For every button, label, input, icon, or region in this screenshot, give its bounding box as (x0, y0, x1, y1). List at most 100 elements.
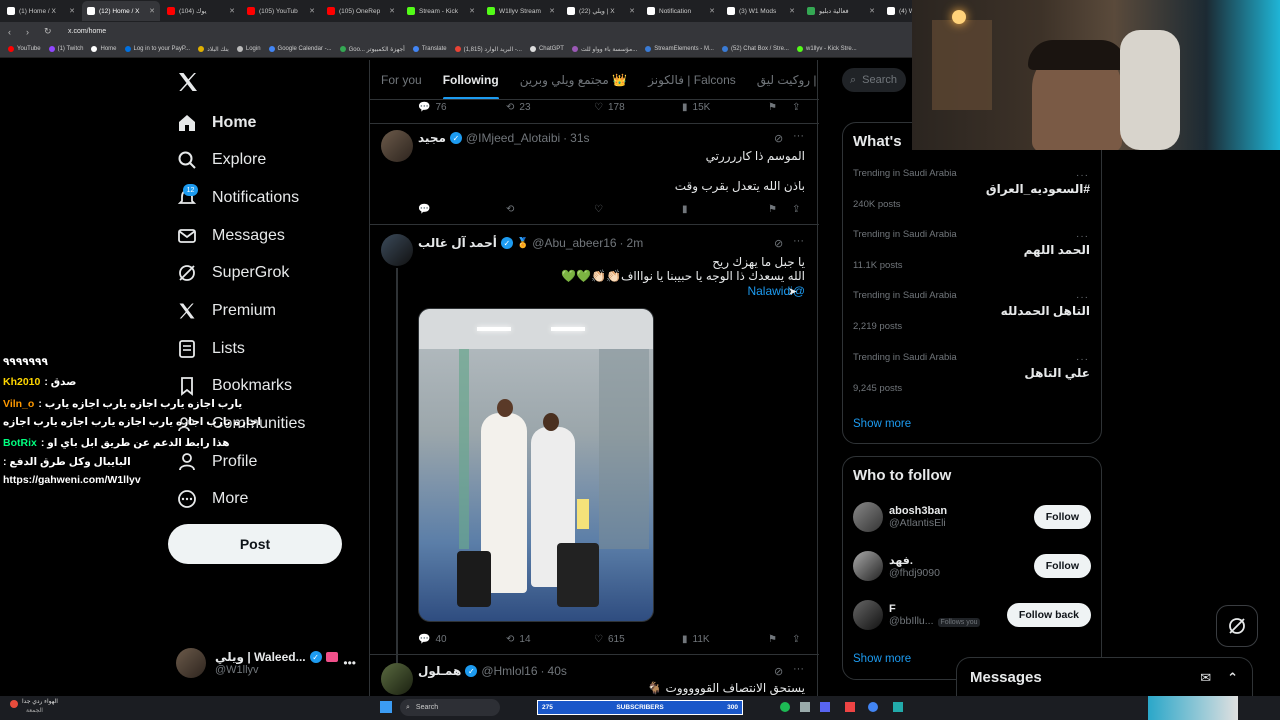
tweet-avatar[interactable] (381, 234, 413, 266)
close-icon[interactable]: ✕ (149, 7, 155, 15)
expand-icon[interactable]: ⌃ (1227, 670, 1238, 686)
follow-button[interactable]: Follow (1033, 554, 1091, 578)
heart-icon[interactable]: ♡ (594, 204, 603, 215)
close-icon[interactable]: ✕ (309, 7, 315, 15)
tweet-handle[interactable]: @Hmlol16 (481, 664, 537, 678)
close-icon[interactable]: ✕ (389, 7, 395, 15)
bookmark-item[interactable]: Google Calendar -... (268, 46, 332, 52)
tweet-handle[interactable]: @Abu_abeer16 (532, 236, 616, 250)
timeline-tab[interactable]: فالكونز | Falcons (648, 73, 736, 87)
browser-tab[interactable]: (12) Home / X ✕ (82, 1, 160, 21)
app-icon[interactable] (800, 702, 810, 712)
taskbar-search[interactable]: ⌕ Search (400, 699, 500, 716)
browser-tab[interactable]: فعالية دبليو ✕ (802, 1, 880, 21)
browser-tab[interactable]: (22) ويلي | X ✕ (562, 1, 640, 21)
tweet-avatar[interactable] (381, 130, 413, 162)
tweet-more-icon[interactable]: ··· (793, 663, 804, 675)
trend-more-icon[interactable]: ··· (1076, 170, 1089, 181)
nav-item-supergrok[interactable]: SuperGrok (176, 258, 289, 288)
app-icon[interactable] (893, 702, 903, 712)
bookmark-item[interactable]: Login (236, 46, 261, 52)
show-more-follow-link[interactable]: Show more (853, 653, 911, 665)
app-icon[interactable] (845, 702, 855, 712)
account-switcher[interactable]: ويلي | Waleed... ✓ @W1llyv ••• (176, 645, 356, 681)
share-icon[interactable]: ⇪ (792, 634, 800, 645)
tweet-more-icon[interactable]: ··· (793, 130, 804, 142)
address-bar[interactable]: x.com/home (68, 28, 106, 35)
grok-floating-button[interactable] (1216, 605, 1258, 647)
grok-icon[interactable]: ⊘ (774, 132, 783, 145)
bookmark-item[interactable]: Goo... أجهزة الكمبيوتر (339, 46, 405, 53)
forward-icon[interactable]: › (26, 27, 36, 37)
follow-suggestion[interactable]: فهد. @fhdj9090 Follow (853, 548, 1091, 584)
close-icon[interactable]: ✕ (69, 7, 75, 15)
timeline-tab[interactable]: Following (442, 73, 499, 99)
tweet-time[interactable]: 2m (627, 236, 644, 250)
views-button[interactable]: ▮ 11K (682, 634, 710, 645)
messages-drawer[interactable]: Messages ✉ ⌃ (956, 657, 1253, 697)
bookmark-item[interactable]: البريد الوارد (1,815) -... (454, 46, 522, 53)
bookmark-item[interactable]: (1) Twitch (48, 46, 83, 52)
bookmark-item[interactable]: StreamElements - M... (645, 46, 714, 52)
close-icon[interactable]: ✕ (709, 7, 715, 15)
nav-item-premium[interactable]: Premium (176, 296, 276, 326)
reload-icon[interactable]: ↻ (44, 26, 54, 37)
spotify-icon[interactable] (780, 702, 790, 712)
tweet-avatar[interactable] (381, 663, 413, 695)
follow-button[interactable]: Follow back (1006, 603, 1091, 627)
close-icon[interactable]: ✕ (549, 7, 555, 15)
search-input[interactable]: ⌕ Search (842, 68, 906, 92)
bookmark-item[interactable]: Home (91, 46, 117, 52)
discord-icon[interactable] (820, 702, 830, 712)
repost-button[interactable]: ⟲ 23 (506, 102, 531, 113)
nav-item-messages[interactable]: Messages (176, 221, 285, 251)
reply-button[interactable]: 💬 76 (418, 102, 447, 113)
tweet-time[interactable]: 40s (548, 664, 567, 678)
trend-more-icon[interactable]: ··· (1076, 292, 1089, 303)
bookmark-icon[interactable]: ⚑ (768, 204, 777, 215)
close-icon[interactable]: ✕ (469, 7, 475, 15)
nav-item-lists[interactable]: Lists (176, 334, 245, 364)
tweet-more-icon[interactable]: ··· (793, 235, 804, 247)
tweet-photo[interactable] (418, 308, 654, 622)
bookmark-icon[interactable]: ⚑ (768, 634, 777, 645)
follow-button[interactable]: Follow (1033, 505, 1091, 529)
trend-more-icon[interactable]: ··· (1076, 354, 1089, 365)
close-icon[interactable]: ✕ (869, 7, 875, 15)
browser-tab[interactable]: (104) يوك ✕ (162, 1, 240, 21)
tweet-time[interactable]: 31s (570, 131, 589, 145)
browser-tab[interactable]: (3) W1 Mods ✕ (722, 1, 800, 21)
follow-suggestion[interactable]: abosh3ban @AtlantisEli Follow (853, 499, 1091, 535)
reply-button[interactable]: 💬 40 (418, 634, 447, 645)
trend-more-icon[interactable]: ··· (1076, 231, 1089, 242)
avatar[interactable] (853, 600, 883, 630)
browser-tab[interactable]: (1) Home / X ✕ (2, 1, 80, 21)
chrome-icon[interactable] (868, 702, 878, 712)
tweet-author-name[interactable]: همـلول (418, 664, 461, 678)
bookmark-item[interactable]: Translate (412, 46, 447, 52)
browser-tab[interactable]: (105) YouTub ✕ (242, 1, 320, 21)
browser-tab[interactable]: W1llyv Stream ✕ (482, 1, 560, 21)
bookmark-item[interactable]: ChatGPT (529, 46, 564, 52)
x-logo-icon[interactable] (176, 70, 200, 94)
bookmark-item[interactable]: مؤسسة باء وواو للت... (571, 46, 637, 53)
nav-item-profile[interactable]: Profile (176, 447, 257, 477)
like-button[interactable]: ♡ 178 (594, 102, 625, 113)
views-button[interactable]: ▮ 15K (682, 102, 710, 113)
repost-button[interactable]: ⟲ 14 (506, 634, 531, 645)
timeline-tab[interactable]: For you (381, 73, 422, 87)
browser-tab[interactable]: Notification ✕ (642, 1, 720, 21)
repost-icon[interactable]: ⟲ (506, 204, 514, 215)
nav-item-home[interactable]: Home (176, 108, 256, 138)
grok-icon[interactable]: ⊘ (774, 237, 783, 250)
tweet-author-name[interactable]: مجيد (418, 131, 446, 145)
bookmark-item[interactable]: w1llyv - Kick Stre... (796, 46, 857, 52)
nav-item-more[interactable]: More (176, 484, 248, 514)
timeline-tab[interactable]: مجتمع ويلي وبرين 👑 (520, 73, 627, 87)
bookmark-item[interactable]: YouTube (8, 46, 41, 52)
windows-start-icon[interactable] (380, 701, 392, 713)
bookmark-item[interactable]: Log in to your PayP... (124, 46, 190, 52)
bookmark-item[interactable]: (52) Chat Box / Stre... (721, 46, 789, 52)
share-button[interactable]: ⇪ (792, 102, 800, 113)
avatar[interactable] (853, 551, 883, 581)
